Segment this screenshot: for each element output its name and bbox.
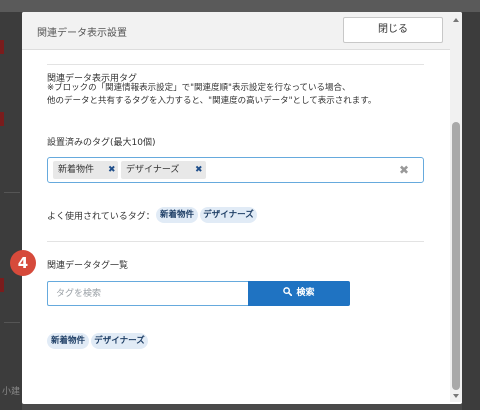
tag-chip-label: デザイナーズ xyxy=(126,165,180,175)
description-line: 他のデータと共有するタグを入力すると、"関連度の高いデータ"として表示されます。 xyxy=(47,95,377,106)
related-data-modal: 関連データ表示設置 閉じる 関連データ表示用タグ ※ブロックの「関連情報表示設定… xyxy=(22,12,462,404)
background-marker xyxy=(0,278,4,292)
set-tags-label: 設置済みのタグ(最大10個) xyxy=(47,138,156,148)
description-line: ※ブロックの「関連情報表示設定」で"関連度順"表示設定を行なっている場合、 xyxy=(47,83,351,93)
tag-chip: 新着物件 ✖ xyxy=(53,161,118,179)
section-divider xyxy=(47,241,424,242)
close-icon[interactable]: ✖ xyxy=(195,161,203,179)
tags-description: ※ブロックの「関連情報表示設定」で"関連度順"表示設定を行なっている場合、 他の… xyxy=(47,82,376,107)
tag-list-pill[interactable]: 新着物件 xyxy=(47,333,89,349)
background-right-column xyxy=(462,12,480,410)
scrollbar-thumb[interactable] xyxy=(452,122,460,390)
background-divider xyxy=(4,322,20,323)
search-icon xyxy=(283,287,293,296)
tag-chip: デザイナーズ ✖ xyxy=(121,161,206,179)
modal-title: 関連データ表示設置 xyxy=(37,28,127,39)
modal-header: 関連データ表示設置 閉じる xyxy=(22,12,462,50)
modal-scrollbar[interactable] xyxy=(450,14,462,402)
frequent-tags-label: よく使用されているタグ： xyxy=(47,212,155,222)
tag-search-input[interactable] xyxy=(47,281,250,306)
scroll-down-arrow-icon[interactable] xyxy=(453,394,459,398)
search-button-label: 検索 xyxy=(296,288,315,298)
search-button[interactable]: 検索 xyxy=(248,281,350,306)
tag-chip-label: 新着物件 xyxy=(58,165,95,175)
clear-all-icon[interactable]: ✖ xyxy=(399,161,409,179)
tag-input-box[interactable]: 新着物件 ✖ デザイナーズ ✖ ✖ xyxy=(47,157,424,183)
section-divider xyxy=(47,64,424,65)
tag-list-pill[interactable]: デザイナーズ xyxy=(91,333,148,349)
background-divider xyxy=(4,192,20,193)
scroll-up-arrow-icon[interactable] xyxy=(453,18,459,22)
background-marker xyxy=(0,40,4,54)
step-number-badge: 4 xyxy=(10,250,36,276)
background-left-column xyxy=(0,12,22,410)
background-marker xyxy=(0,112,4,126)
frequent-tag-pill[interactable]: 新着物件 xyxy=(156,207,198,223)
background-text: 小建 xyxy=(2,387,21,397)
close-icon[interactable]: ✖ xyxy=(108,161,116,179)
background-header xyxy=(0,0,480,12)
frequent-tag-pill[interactable]: デザイナーズ xyxy=(200,207,257,223)
close-button[interactable]: 閉じる xyxy=(343,17,443,43)
tag-list-heading: 関連データタグ一覧 xyxy=(47,261,129,271)
